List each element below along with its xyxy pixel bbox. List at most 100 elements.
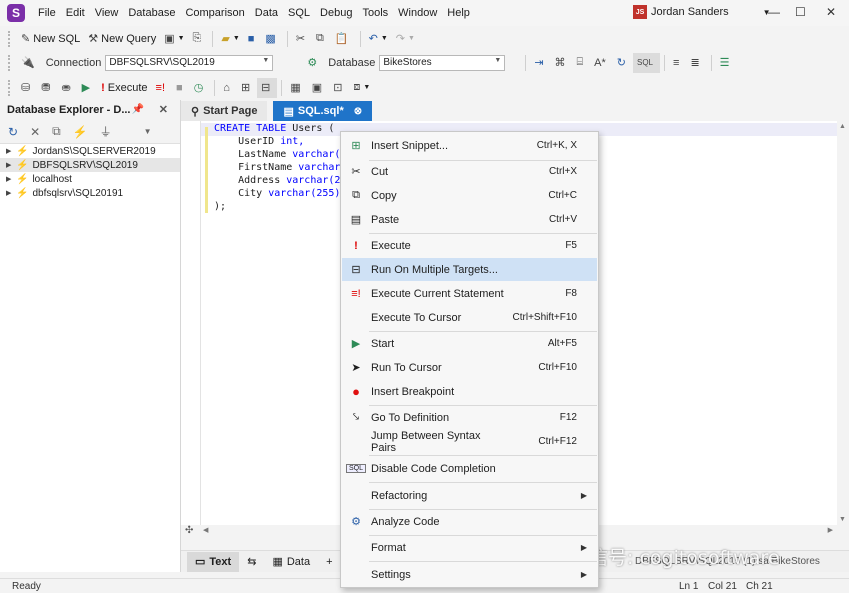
menu-item-execute[interactable]: ! Execute F5 bbox=[342, 234, 597, 257]
collapse-icon[interactable]: ⧉ bbox=[52, 124, 61, 139]
execute-statement-button[interactable]: ≡! bbox=[152, 78, 172, 98]
connection-select[interactable]: DBFSQLSRV\SQL2019 ▼ bbox=[105, 54, 274, 71]
profile-button[interactable]: ⊞ bbox=[237, 78, 257, 98]
expand-icon[interactable]: ▶ bbox=[6, 175, 16, 183]
redo-button[interactable]: ↷ ▼ bbox=[392, 29, 419, 49]
start-button[interactable]: ▶ bbox=[78, 78, 97, 98]
menu-database[interactable]: Database bbox=[123, 7, 180, 19]
save-button[interactable]: ■ bbox=[244, 29, 262, 49]
tree-item-connection[interactable]: ▶ ⚡ dbfsqlsrv\SQL20191 bbox=[0, 186, 180, 200]
indent-button[interactable]: ⇥ bbox=[530, 53, 550, 73]
add-tab-button[interactable]: + bbox=[318, 552, 340, 572]
plan-button[interactable]: ⌂ bbox=[219, 78, 237, 98]
minimize-icon[interactable]: — bbox=[768, 5, 780, 19]
expand-icon[interactable]: ▶ bbox=[6, 147, 16, 155]
menu-item-analyze-code[interactable]: ⚙ Analyze Code bbox=[342, 510, 597, 533]
menu-item-insert-breakpoint[interactable]: ● Insert Breakpoint bbox=[342, 380, 597, 403]
toolbar-grip[interactable] bbox=[8, 79, 11, 96]
tab-start-page[interactable]: ⚲ Start Page bbox=[181, 101, 268, 121]
menu-item-start[interactable]: ▶ Start Alt+F5 bbox=[342, 332, 597, 355]
connection-manager-button[interactable]: ⚙ bbox=[303, 53, 324, 73]
menu-item-execute-to-cursor[interactable]: Execute To Cursor Ctrl+Shift+F10 bbox=[342, 306, 597, 329]
code-completion-toggle[interactable]: SQL bbox=[633, 52, 661, 73]
new-item-button[interactable]: ▣ ▼ bbox=[160, 29, 188, 49]
tab-text[interactable]: ▭ Text bbox=[187, 551, 240, 572]
disconnect-icon[interactable]: ⏚ bbox=[100, 123, 112, 140]
menu-item-copy[interactable]: ⧉ Copy Ctrl+C bbox=[342, 184, 597, 207]
toolbar-grip[interactable] bbox=[8, 54, 11, 71]
cut-button[interactable]: ✂ bbox=[292, 29, 312, 49]
menu-item-run-on-multiple-targets[interactable]: ⊟ Run On Multiple Targets... bbox=[342, 258, 597, 281]
format-text-button[interactable]: A* bbox=[590, 53, 613, 73]
tree-item-connection[interactable]: ▶ ⚡ DBFSQLSRV\SQL2019 bbox=[0, 158, 180, 172]
database-tools-button[interactable]: ⛂ bbox=[57, 78, 77, 98]
stop-button[interactable]: ■ bbox=[172, 78, 190, 98]
pin-icon[interactable]: 📌 bbox=[132, 104, 144, 115]
menu-help[interactable]: Help bbox=[442, 7, 475, 19]
tab-data[interactable]: ▦ Data bbox=[264, 552, 318, 572]
scroll-down-icon[interactable]: ▼ bbox=[839, 516, 846, 523]
menu-item-insert-snippet[interactable]: ⊞ Insert Snippet... Ctrl+K, X bbox=[342, 134, 597, 157]
expand-icon[interactable]: ▶ bbox=[6, 161, 16, 169]
menu-item-run-to-cursor[interactable]: ➤ Run To Cursor Ctrl+F10 bbox=[342, 356, 597, 379]
menu-comparison[interactable]: Comparison bbox=[180, 7, 249, 19]
menu-item-settings[interactable]: Settings ▶ bbox=[342, 563, 597, 586]
user-account[interactable]: JS Jordan Sanders ▼ bbox=[633, 5, 771, 19]
expand-icon[interactable]: ▶ bbox=[6, 189, 16, 197]
compare-button[interactable]: ⧈ ▼ bbox=[349, 78, 374, 98]
export-button[interactable]: ⊡ bbox=[329, 78, 349, 98]
menu-window[interactable]: Window bbox=[393, 7, 442, 19]
menu-item-cut[interactable]: ✂ Cut Ctrl+X bbox=[342, 160, 597, 183]
comment-button[interactable]: ≡ bbox=[669, 53, 686, 73]
open-button[interactable]: ⎘ bbox=[189, 29, 209, 49]
close-window-icon[interactable]: ✕ bbox=[826, 5, 836, 19]
menu-item-disable-code-completion[interactable]: SQL Disable Code Completion bbox=[342, 457, 597, 480]
tree-item-connection[interactable]: ▶ ⚡ localhost bbox=[0, 172, 180, 186]
refresh-icon[interactable]: ↻ bbox=[8, 125, 18, 139]
execute-button[interactable]: ! Execute bbox=[97, 78, 151, 98]
menu-item-go-to-definition[interactable]: ⤥ Go To Definition F12 bbox=[342, 406, 597, 429]
menu-item-format[interactable]: Format ▶ bbox=[342, 536, 597, 559]
chevron-down-icon[interactable]: ▼ bbox=[144, 127, 152, 136]
menu-data[interactable]: Data bbox=[250, 7, 283, 19]
menu-item-execute-current-statement[interactable]: ≡! Execute Current Statement F8 bbox=[342, 282, 597, 305]
new-query-button[interactable]: ⚒ New Query bbox=[84, 29, 160, 49]
menu-file[interactable]: File bbox=[33, 7, 61, 19]
close-icon[interactable]: ⊗ bbox=[354, 106, 362, 117]
copy-button[interactable]: ⧉ bbox=[312, 29, 331, 49]
menu-view[interactable]: View bbox=[90, 7, 124, 19]
scroll-right-icon[interactable]: ▶ bbox=[828, 526, 833, 534]
menu-item-jump-between-syntax-pairs[interactable]: Jump Between Syntax Pairs Ctrl+F12 bbox=[342, 430, 597, 454]
new-sql-button[interactable]: ✎ New SQL bbox=[17, 29, 84, 49]
code-button[interactable]: ⌘ bbox=[551, 53, 573, 73]
tree-item-connection[interactable]: ▶ ⚡ JordanS\SQLSERVER2019 bbox=[0, 144, 180, 158]
vertical-scrollbar[interactable]: ▲ ▼ bbox=[837, 121, 849, 525]
scroll-left-icon[interactable]: ◀ bbox=[203, 526, 208, 534]
grid-button[interactable]: ▦ bbox=[286, 78, 307, 98]
tab-sql[interactable]: ▤ SQL.sql* ⊗ bbox=[273, 101, 373, 121]
menu-debug[interactable]: Debug bbox=[315, 7, 357, 19]
undo-button[interactable]: ↶ ▼ bbox=[365, 29, 392, 49]
database-settings-button[interactable]: ⛃ bbox=[37, 78, 57, 98]
list-button[interactable]: ☰ bbox=[716, 53, 737, 73]
refresh-button[interactable]: ↻ bbox=[613, 53, 633, 73]
menu-sql[interactable]: SQL bbox=[283, 7, 315, 19]
menu-item-paste[interactable]: ▤ Paste Ctrl+V bbox=[342, 208, 597, 231]
new-connection-icon[interactable]: ⚡ bbox=[73, 125, 88, 139]
scroll-up-icon[interactable]: ▲ bbox=[839, 123, 846, 130]
close-icon[interactable]: ✕ bbox=[159, 103, 168, 116]
save-all-button[interactable]: ▩ bbox=[261, 29, 282, 49]
uncomment-button[interactable]: ≣ bbox=[686, 53, 706, 73]
maximize-icon[interactable]: ☐ bbox=[795, 5, 806, 19]
paste-button[interactable]: 📋 bbox=[331, 29, 356, 49]
toggle-view-button[interactable]: ⇆ bbox=[239, 552, 264, 572]
menu-tools[interactable]: Tools bbox=[357, 7, 393, 19]
outline-button[interactable]: ⌸ bbox=[573, 53, 591, 73]
delete-icon[interactable]: ✕ bbox=[30, 125, 40, 139]
split-icon[interactable]: ✣ bbox=[185, 525, 193, 536]
menu-edit[interactable]: Edit bbox=[61, 7, 90, 19]
image-button[interactable]: ▣ bbox=[308, 78, 329, 98]
history-button[interactable]: ◷ bbox=[190, 78, 211, 98]
connection-icon-button[interactable]: 🔌 bbox=[17, 53, 42, 73]
menu-item-refactoring[interactable]: Refactoring ▶ bbox=[342, 484, 597, 507]
